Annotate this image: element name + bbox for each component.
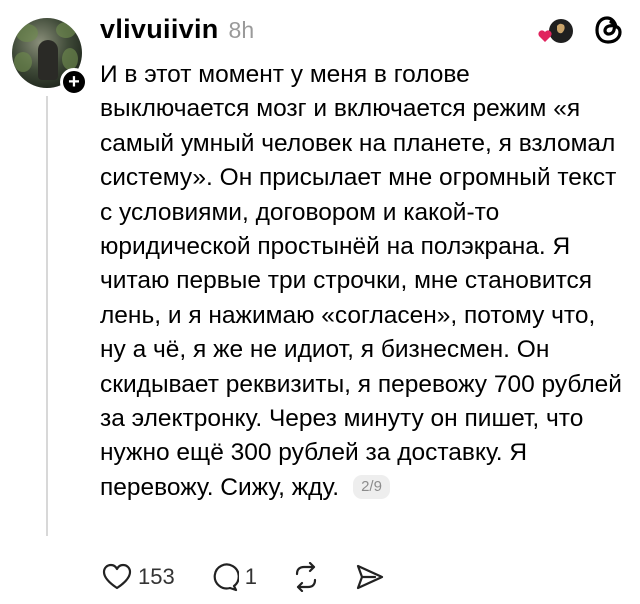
timestamp: 8h: [228, 17, 255, 43]
thread-line: [46, 96, 48, 536]
username[interactable]: vlivuiivin: [100, 14, 219, 45]
author-avatar-container[interactable]: +: [12, 18, 88, 96]
send-icon: [356, 564, 384, 590]
post-body: И в этот момент у меня в голове выключае…: [100, 58, 625, 505]
like-button[interactable]: 153: [102, 563, 175, 591]
heart-icon: [102, 563, 132, 590]
repost-button[interactable]: [291, 562, 321, 592]
heart-avatar-icon[interactable]: [536, 16, 576, 50]
repost-icon: [295, 562, 317, 592]
threads-logo-icon[interactable]: [594, 14, 624, 51]
action-bar: 153 1: [102, 560, 385, 594]
comment-icon: [213, 563, 239, 592]
reply-count: 1: [244, 564, 257, 589]
page-indicator-badge: 2/9: [353, 474, 390, 499]
reply-button[interactable]: 1: [209, 562, 257, 592]
follow-plus-icon[interactable]: +: [60, 68, 88, 96]
post-header: vlivuiivin 8h: [100, 14, 254, 48]
share-button[interactable]: [355, 562, 385, 592]
post-text: И в этот момент у меня в голове выключае…: [100, 61, 622, 501]
thread-post: + vlivuiivin 8h И в этот момент у меня в…: [0, 0, 640, 604]
top-right-icons: [536, 14, 624, 51]
like-count: 153: [138, 564, 175, 589]
